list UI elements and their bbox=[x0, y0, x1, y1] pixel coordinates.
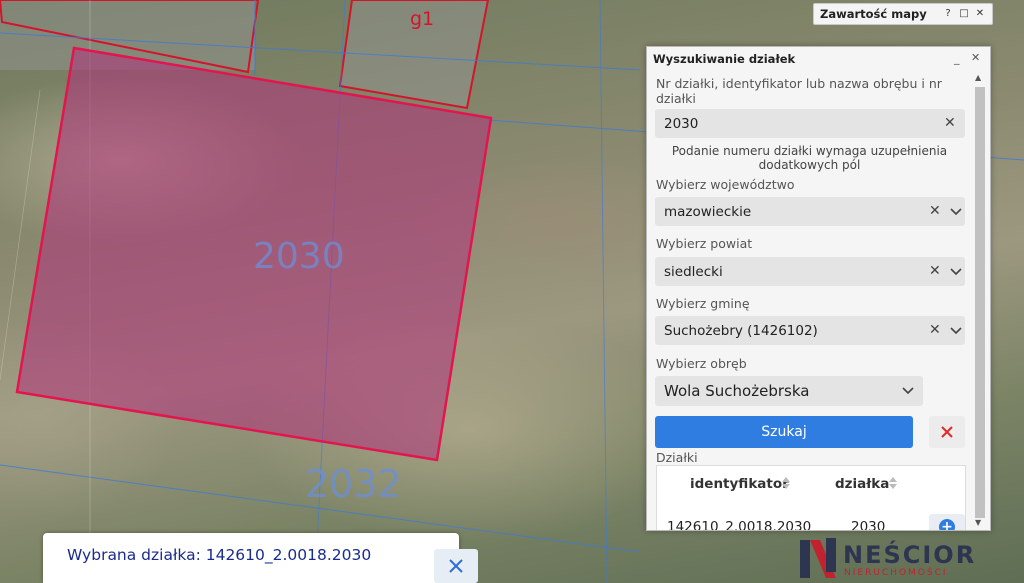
precinct-select[interactable]: Wola Suchożebrska bbox=[655, 376, 923, 406]
panel-title: Wyszukiwanie działek bbox=[653, 52, 796, 66]
voivodeship-value: mazowieckie bbox=[664, 204, 752, 220]
column-header-identifier[interactable]: identyfikator bbox=[690, 476, 789, 492]
close-button[interactable]: ✕ bbox=[974, 7, 986, 20]
voivodeship-label: Wybierz województwo bbox=[656, 177, 795, 192]
sort-icon[interactable] bbox=[888, 475, 898, 491]
panel-header[interactable]: Wyszukiwanie działek _ ✕ bbox=[647, 47, 990, 69]
county-select[interactable]: siedlecki ✕ bbox=[655, 257, 965, 286]
row-identifier: 142610_2.0018.2030 bbox=[667, 519, 812, 531]
county-label: Wybierz powiat bbox=[656, 236, 753, 251]
selected-parcel-bar: Wybrana działka: 142610_2.0018.2030 bbox=[43, 533, 478, 583]
scroll-down-icon[interactable]: ▼ bbox=[975, 518, 981, 527]
parcel-query-input[interactable]: 2030 ✕ bbox=[655, 109, 965, 138]
deselect-button[interactable] bbox=[434, 549, 478, 583]
precinct-value: Wola Suchożebrska bbox=[664, 382, 810, 400]
parcel-hint-text: Podanie numeru działki wymaga uzupełnien… bbox=[671, 144, 948, 172]
clear-icon[interactable]: ✕ bbox=[944, 115, 956, 131]
commune-label: Wybierz gminę bbox=[656, 296, 750, 311]
logo-name: NEŚCIOR bbox=[843, 541, 977, 569]
restore-button[interactable]: □ bbox=[958, 7, 970, 20]
parcel-label-2030: 2030 bbox=[253, 236, 345, 277]
close-icon bbox=[941, 426, 953, 438]
selected-parcel-text: Wybrana działka: 142610_2.0018.2030 bbox=[67, 546, 372, 564]
logo-subtitle: NIERUCHOMOŚCI bbox=[844, 568, 948, 578]
column-header-parcel[interactable]: działka bbox=[835, 476, 889, 492]
voivodeship-select[interactable]: mazowieckie ✕ bbox=[655, 197, 965, 226]
building-label-g1: g1 bbox=[410, 8, 435, 30]
clear-icon[interactable]: ✕ bbox=[929, 203, 941, 219]
clear-icon[interactable]: ✕ bbox=[929, 322, 941, 338]
commune-select[interactable]: Suchożebry (1426102) ✕ bbox=[655, 316, 965, 345]
reset-button[interactable] bbox=[929, 416, 965, 448]
parcel-search-panel: Wyszukiwanie działek _ ✕ ▲ ▼ Nr działki,… bbox=[646, 46, 991, 531]
close-icon bbox=[449, 559, 463, 573]
row-parcel-number: 2030 bbox=[851, 519, 886, 531]
results-title: Działki bbox=[656, 450, 698, 465]
scrollbar-thumb[interactable] bbox=[975, 87, 985, 518]
clear-icon[interactable]: ✕ bbox=[929, 263, 941, 279]
results-table: identyfikator działka 142610_2.0018.2030… bbox=[656, 465, 966, 531]
sort-icon[interactable] bbox=[781, 475, 791, 491]
chevron-down-icon[interactable] bbox=[901, 384, 915, 398]
chevron-down-icon[interactable] bbox=[949, 205, 963, 219]
parcel-query-value: 2030 bbox=[664, 116, 699, 132]
precinct-label: Wybierz obręb bbox=[656, 356, 747, 371]
plus-icon: + bbox=[939, 519, 955, 530]
search-button[interactable]: Szukaj bbox=[655, 416, 913, 448]
add-parcel-button[interactable]: + bbox=[929, 514, 965, 530]
chevron-down-icon[interactable] bbox=[949, 324, 963, 338]
parcel-query-label: Nr działki, identyfikator lub nazwa obrę… bbox=[656, 76, 942, 106]
minimize-button[interactable]: _ bbox=[954, 52, 960, 65]
panel-close-button[interactable]: ✕ bbox=[971, 51, 980, 64]
help-button[interactable]: ? bbox=[942, 7, 954, 20]
chevron-down-icon[interactable] bbox=[949, 265, 963, 279]
scroll-up-icon[interactable]: ▲ bbox=[975, 73, 981, 82]
parcel-label-2032: 2032 bbox=[305, 462, 402, 506]
commune-value: Suchożebry (1426102) bbox=[664, 323, 818, 339]
map-contents-title: Zawartość mapy bbox=[820, 7, 927, 21]
county-value: siedlecki bbox=[664, 264, 723, 280]
logo-mark-icon bbox=[800, 538, 836, 578]
map-contents-panel[interactable]: Zawartość mapy ? □ ✕ bbox=[813, 3, 993, 25]
company-logo: NEŚCIOR NIERUCHOMOŚCI bbox=[792, 532, 1024, 583]
scrollbar[interactable]: ▲ ▼ bbox=[972, 73, 986, 530]
